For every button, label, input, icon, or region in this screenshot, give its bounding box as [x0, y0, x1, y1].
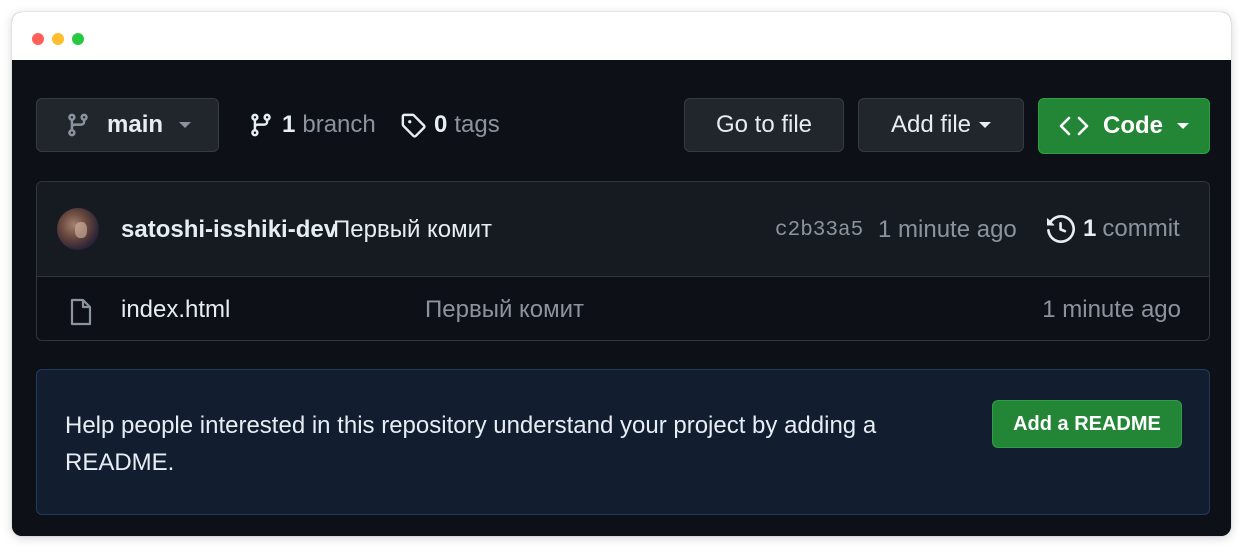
- add-readme-button[interactable]: Add a README: [992, 400, 1182, 448]
- branches-link[interactable]: 1 branch: [248, 98, 376, 152]
- code-button[interactable]: Code: [1038, 98, 1210, 154]
- branch-count: 1: [282, 111, 296, 138]
- chevron-down-icon: [979, 122, 992, 128]
- latest-commit-row: satoshi-isshiki-dev Первый комит c2b33a5…: [37, 182, 1209, 277]
- go-to-file-button[interactable]: Go to file: [684, 98, 844, 152]
- commit-sha-link[interactable]: c2b33a5: [775, 219, 863, 242]
- git-branch-icon: [251, 113, 271, 137]
- avatar[interactable]: [57, 208, 99, 250]
- browser-window: main 1 branch 0 tags Go to file Add file: [12, 12, 1231, 536]
- tag-count: 0: [434, 111, 448, 138]
- tags-link[interactable]: 0 tags: [400, 98, 500, 152]
- commit-message-link[interactable]: Первый комит: [333, 216, 492, 244]
- add-file-button[interactable]: Add file: [858, 98, 1024, 152]
- tag-count-label: tags: [454, 111, 500, 138]
- branch-count-label: branch: [302, 111, 376, 138]
- file-icon: [70, 298, 92, 326]
- branch-name: main: [107, 111, 164, 138]
- chevron-down-icon: [179, 122, 192, 128]
- commit-count-label: commit: [1102, 215, 1180, 242]
- branch-selector-button[interactable]: main: [36, 98, 219, 152]
- readme-prompt: Help people interested in this repositor…: [36, 369, 1210, 515]
- tag-icon: [401, 113, 426, 138]
- history-icon: [1047, 215, 1075, 243]
- close-window-button[interactable]: [32, 33, 44, 45]
- commit-time: 1 minute ago: [878, 216, 1017, 243]
- file-name-link[interactable]: index.html: [121, 296, 230, 324]
- commit-author-link[interactable]: satoshi-isshiki-dev: [121, 216, 337, 244]
- title-bar: [12, 12, 1231, 60]
- file-listing: satoshi-isshiki-dev Первый комит c2b33a5…: [36, 181, 1210, 341]
- table-row[interactable]: index.html Первый комит 1 minute ago: [37, 278, 1209, 340]
- go-to-file-label: Go to file: [715, 111, 813, 138]
- maximize-window-button[interactable]: [72, 33, 84, 45]
- readme-prompt-text: Help people interested in this repositor…: [65, 412, 877, 476]
- add-file-label: Add file: [890, 111, 972, 138]
- minimize-window-button[interactable]: [52, 33, 64, 45]
- commit-count: 1: [1083, 215, 1097, 242]
- chevron-down-icon: [1177, 123, 1189, 129]
- code-icon: [1059, 116, 1089, 136]
- file-commit-time: 1 minute ago: [1042, 296, 1181, 323]
- code-label: Code: [1103, 112, 1163, 139]
- git-branch-icon: [68, 113, 88, 137]
- repo-content: main 1 branch 0 tags Go to file Add file: [12, 60, 1231, 536]
- commit-history-link[interactable]: 1 commit: [1047, 212, 1180, 246]
- file-commit-message-link[interactable]: Первый комит: [425, 296, 584, 324]
